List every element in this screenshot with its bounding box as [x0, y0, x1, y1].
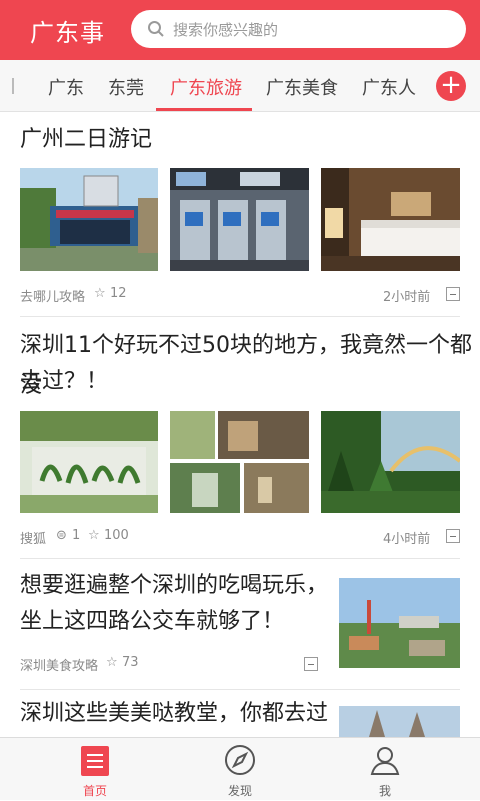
dismiss-icon[interactable] [446, 287, 460, 301]
article-title-line1[interactable]: 想要逛遍整个深圳的吃喝玩乐， [20, 566, 328, 606]
active-tab-indicator [156, 108, 252, 111]
nav-discover[interactable]: 发现 [160, 738, 320, 801]
article-source: 深圳美食攻略 [20, 659, 99, 674]
article-time: 2小时前 [383, 290, 431, 305]
scroll-hint [12, 78, 14, 94]
article-image-rainforest[interactable] [321, 411, 460, 513]
article-title-line2[interactable]: 坐上这四路公交车就够了！ [20, 602, 284, 642]
search-input[interactable]: 搜索你感兴趣的 [131, 10, 466, 48]
nav-home[interactable]: 首页 [15, 738, 175, 801]
article-stars: 100 [104, 528, 129, 543]
list-icon [81, 746, 109, 776]
article-image-collage[interactable] [170, 411, 309, 513]
nav-me[interactable]: 我 [305, 738, 465, 801]
tab-dongguan[interactable]: 东莞 [108, 74, 144, 100]
search-icon [148, 21, 164, 37]
compass-icon [225, 745, 255, 775]
person-icon [370, 747, 400, 775]
article-image-church[interactable] [339, 706, 460, 737]
dismiss-icon[interactable] [446, 529, 460, 543]
article-image-station[interactable] [20, 168, 158, 271]
article-comments: 1 [72, 528, 81, 543]
article-stars: 73 [122, 655, 139, 670]
tab-guangdong[interactable]: 广东 [48, 74, 84, 100]
bottom-nav: 首页 发现 我 [0, 737, 480, 800]
app-header: 广东事 搜索你感兴趣的 [0, 0, 480, 60]
article-source: 搜狐 [20, 532, 47, 547]
article-time: 4小时前 [383, 532, 431, 547]
dismiss-icon[interactable] [304, 657, 318, 671]
article-image-hotel-room[interactable] [321, 168, 460, 271]
divider [20, 558, 460, 559]
tab-guangdong-people[interactable]: 广东人 [362, 74, 416, 100]
star-icon: ☆ [94, 286, 106, 301]
star-icon: ☆ [88, 528, 100, 543]
divider [20, 689, 460, 690]
divider [20, 316, 460, 317]
star-icon: ☆ [106, 655, 118, 670]
app-title: 广东事 [30, 19, 105, 47]
comment-icon: ⊜ [56, 528, 67, 543]
nav-me-label: 我 [378, 784, 391, 798]
article-image-city-view[interactable] [339, 578, 460, 668]
tab-guangdong-food[interactable]: 广东美食 [266, 74, 338, 100]
nav-discover-label: 发现 [227, 784, 252, 798]
category-tabs: 广东 东莞 广东旅游 广东美食 广东人 [0, 60, 480, 112]
article-title-line2[interactable]: 去过？！ [20, 362, 108, 402]
search-placeholder: 搜索你感兴趣的 [173, 21, 279, 39]
article-image-green-world[interactable] [20, 411, 158, 513]
tab-guangdong-travel[interactable]: 广东旅游 [170, 74, 242, 100]
article-stars: 12 [110, 286, 127, 301]
article-image-ticket-machines[interactable] [170, 168, 309, 271]
article-source: 去哪儿攻略 [20, 290, 86, 305]
nav-home-label: 首页 [82, 784, 107, 798]
add-tab-button[interactable]: + [436, 71, 466, 101]
article-title[interactable]: 广州二日游记 [20, 120, 152, 160]
article-title-line1[interactable]: 深圳这些美美哒教堂，你都去过 [20, 694, 328, 734]
